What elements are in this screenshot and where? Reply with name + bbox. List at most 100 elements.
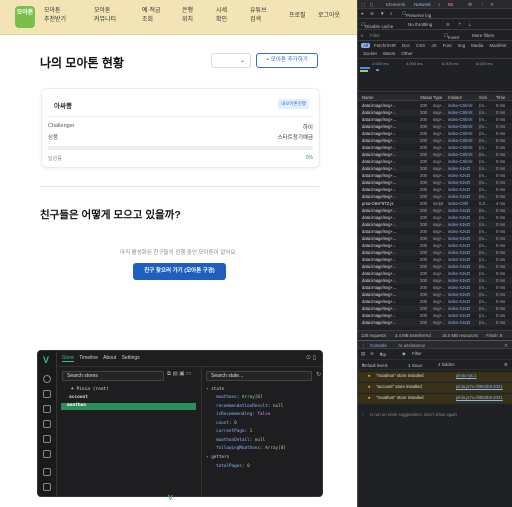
add-moathon-button[interactable]: + 모아톤 추가하기 xyxy=(256,53,318,68)
tab-settings[interactable]: Settings xyxy=(122,355,140,361)
filter-chip-socket[interactable]: Socket xyxy=(361,51,379,56)
filter-chip-css[interactable]: CSS xyxy=(414,43,427,48)
clear-console-icon[interactable]: ⊘ xyxy=(370,351,374,357)
search-icon[interactable]: ⌕ xyxy=(390,11,393,16)
request-row[interactable]: data:image/svg+... 200 svg+... index-CSlmh:… xyxy=(358,130,512,137)
request-row[interactable]: data:image/svg+... 200 svg+... index-XJvZt (… xyxy=(358,256,512,263)
tab-about[interactable]: About xyxy=(103,355,116,361)
store-item-account[interactable]: account xyxy=(69,395,88,400)
more-filters-dropdown[interactable]: More filters xyxy=(472,33,494,38)
router-icon[interactable] xyxy=(43,450,51,458)
settings-icon[interactable]: ⚙ xyxy=(468,2,472,8)
eye-icon[interactable]: ◉ xyxy=(402,351,406,357)
console-filter-input[interactable]: Filter xyxy=(412,351,422,356)
github-icon[interactable]: ⊙ xyxy=(306,355,311,361)
getters-section[interactable]: ▾ getters xyxy=(206,455,229,460)
request-row[interactable]: data:image/svg+... 200 svg+... index-CSlmh:… xyxy=(358,151,512,158)
tab-elements[interactable]: Elements xyxy=(386,2,405,7)
more-tabs-icon[interactable]: » xyxy=(438,2,441,7)
request-row[interactable]: data:image/svg+... 200 svg+... index-XJvZt (… xyxy=(358,277,512,284)
state-entry[interactable]: moathonDetail: null xyxy=(216,438,265,443)
tab-store[interactable]: Store xyxy=(62,355,74,362)
clipboard-icon[interactable]: ▤ xyxy=(172,371,177,377)
wifi-icon[interactable]: ≋ xyxy=(446,22,450,28)
search-stores-input[interactable]: Search stores xyxy=(62,371,164,381)
tab-ai-assistance[interactable]: AI assistance xyxy=(398,343,425,348)
filter-chip-wasm[interactable]: Wasm xyxy=(381,51,398,56)
state-entry[interactable]: moathons: Array[0] xyxy=(216,395,263,400)
filter-icon[interactable]: ▼ xyxy=(380,11,384,16)
state-entry[interactable]: followingMoathons: Array[0] xyxy=(216,446,286,451)
lock-icon[interactable] xyxy=(43,468,51,476)
settings-icon[interactable]: ⚙ xyxy=(504,362,508,368)
request-row[interactable]: data:image/svg+... 200 svg+... index-XJvZt (… xyxy=(358,319,512,326)
request-row[interactable]: data:image/svg+... 200 svg+... index-XJvZt (… xyxy=(358,284,512,291)
request-row[interactable]: data:image/svg+... 200 svg+... index-XJvZt (… xyxy=(358,270,512,277)
search-state-input[interactable]: Search state... xyxy=(206,371,312,381)
invert-checkbox[interactable]: ☐ Invert xyxy=(444,33,459,40)
filter-chip-doc[interactable]: Doc xyxy=(400,43,412,48)
console-message[interactable]: ♠ "moathon" store installed pinia.mjs:1 xyxy=(358,372,512,382)
request-row[interactable]: data:image/svg+... 200 svg+... index-XJvZt (… xyxy=(358,221,512,228)
moathon-card[interactable]: 아싸뿡 내모아톤진행 Challenger 하이 상품 스타트정기예금 달성률 … xyxy=(41,88,320,168)
inspect-icon[interactable]: ⬚ xyxy=(361,2,365,8)
nav-item-community[interactable]: 모아톤 커뮤니티 xyxy=(94,7,116,25)
request-row[interactable]: data:image/svg+... 200 svg+... index-XJvZt (… xyxy=(358,179,512,186)
copy-icon[interactable]: ⧉ xyxy=(167,371,171,377)
folder-icon[interactable]: ▭ xyxy=(186,371,191,377)
filter-chip-media[interactable]: Media xyxy=(469,43,485,48)
request-row[interactable]: data:image/svg+... 200 svg+... index-XJvZt (… xyxy=(358,186,512,193)
settings-icon[interactable] xyxy=(43,483,51,491)
moathon-select[interactable]: ⌄ xyxy=(211,53,251,68)
timeline-icon[interactable] xyxy=(43,420,51,428)
request-row[interactable]: data:image/svg+... 200 svg+... index-XJvZt (… xyxy=(358,214,512,221)
request-row[interactable]: data:image/svg+... 200 svg+... index-CSlmh:… xyxy=(358,116,512,123)
filter-chip-js[interactable]: JS xyxy=(429,43,438,48)
nav-item-deposit[interactable]: 예·적금 조회 xyxy=(142,7,161,25)
console-source-link[interactable]: pinia.js?v=f0802b0:4021 xyxy=(456,395,503,400)
state-entry[interactable]: currentPage: 1 xyxy=(216,429,252,434)
column-initiator[interactable]: Initiator xyxy=(448,95,462,100)
error-badge[interactable]: 85 xyxy=(448,2,453,7)
nav-item-youtube[interactable]: 유튜브 검색 xyxy=(250,7,267,25)
filter-chip-other[interactable]: Other xyxy=(399,51,414,56)
request-row[interactable]: data:image/svg+... 200 svg+... index-CSlmh:… xyxy=(358,123,512,130)
request-row[interactable]: data:image/svg+... 200 svg+... index-XJvZt (… xyxy=(358,242,512,249)
request-row[interactable]: data:image/svg+... 200 svg+... index-XJvZt (… xyxy=(358,298,512,305)
device-icon[interactable]: ▯ xyxy=(370,2,373,8)
filter-chip-manifest[interactable]: Manifest xyxy=(487,43,508,48)
pinia-icon[interactable] xyxy=(43,405,51,413)
request-row[interactable]: data:image/svg+... 200 svg+... index-XJvZt (… xyxy=(358,172,512,179)
context-select[interactable]: top ▾ xyxy=(380,351,386,357)
history-icon[interactable]: ↻ xyxy=(316,371,321,378)
filter-chip-fetchxhr[interactable]: Fetch/XHR xyxy=(372,43,398,48)
find-friends-button[interactable]: 친구 찾으러 가기 (모아톤 구경) xyxy=(133,263,226,280)
default-levels-select[interactable]: Default levels ▾ xyxy=(362,362,388,368)
filter-input[interactable]: Filter xyxy=(370,33,380,38)
info-icon[interactable] xyxy=(43,375,51,383)
nav-profile[interactable]: 프로필 xyxy=(289,12,306,21)
state-entry[interactable]: isRecommending: false xyxy=(216,412,270,417)
nav-item-bank-location[interactable]: 은행 위치 xyxy=(182,7,193,25)
request-row[interactable]: data:image/svg+... 200 svg+... index-CSlmh:… xyxy=(358,137,512,144)
tab-console[interactable]: Console xyxy=(370,343,387,348)
request-row[interactable]: data:image/svg+... 200 svg+... index-XJvZt (… xyxy=(358,263,512,270)
close-icon[interactable]: ✕ xyxy=(490,2,494,8)
nav-logout[interactable]: 로그아웃 xyxy=(318,12,340,21)
filter-chip-img[interactable]: Img xyxy=(456,43,468,48)
record-icon[interactable]: ● xyxy=(361,11,364,16)
state-section[interactable]: ▾ state xyxy=(206,387,224,392)
console-source-link[interactable]: pinia.js?v=f0802b0:4021 xyxy=(456,384,503,389)
request-row[interactable]: data:image/svg+... 200 svg+... index-CSlmh:… xyxy=(358,102,512,109)
clear-icon[interactable]: ⊘ xyxy=(370,11,374,17)
save-icon[interactable]: ▣ xyxy=(179,371,184,377)
filter-chip-all[interactable]: All xyxy=(361,43,371,48)
nav-item-price[interactable]: 시세 확인 xyxy=(216,7,227,25)
request-row[interactable]: data:image/svg+... 200 svg+... index-XJvZt (… xyxy=(358,228,512,235)
import-icon[interactable]: ⇡ xyxy=(458,22,462,28)
preserve-log-checkbox[interactable]: ☐ Preserve log xyxy=(402,11,431,18)
state-entry[interactable]: count: 0 xyxy=(216,421,237,426)
request-row[interactable]: data:image/svg+... 200 svg+... index-XJvZt (… xyxy=(358,193,512,200)
request-row[interactable]: data:image/svg+... 200 svg+... index-XJvZt (… xyxy=(358,249,512,256)
request-row[interactable]: data:image/svg+... 200 svg+... index-CSlmh:… xyxy=(358,144,512,151)
